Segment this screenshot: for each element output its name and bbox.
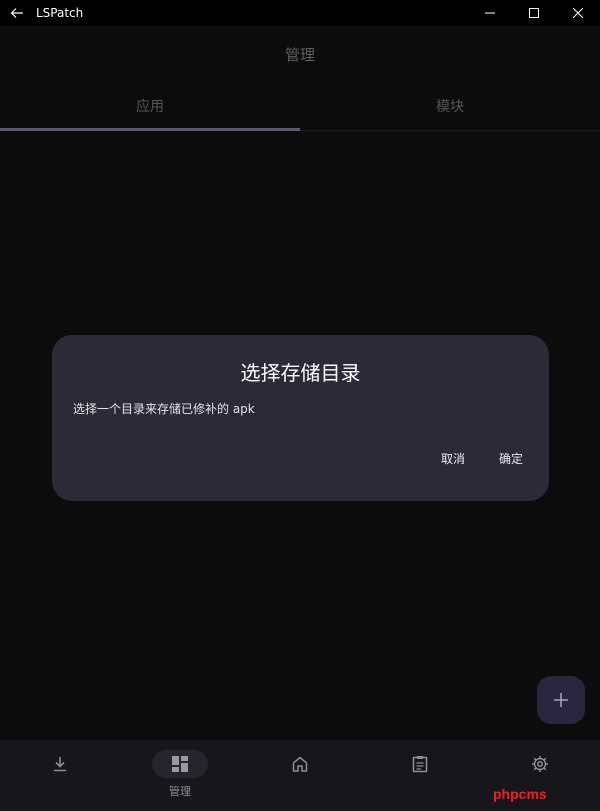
clipboard-icon <box>412 756 428 773</box>
back-button[interactable] <box>0 0 34 26</box>
close-icon <box>573 8 583 18</box>
watermark-text: phpcms <box>493 786 547 802</box>
plus-icon <box>554 693 568 707</box>
window-titlebar: LSPatch <box>0 0 600 26</box>
nav-item-home[interactable] <box>240 740 360 811</box>
home-icon <box>292 756 308 772</box>
dialog-message: 选择一个目录来存储已修补的 apk <box>73 402 255 416</box>
maximize-icon <box>529 8 539 18</box>
dashboard-icon <box>172 756 188 772</box>
gear-icon <box>532 756 548 772</box>
nav-icon-container <box>272 750 328 778</box>
nav-icon-container <box>512 750 568 778</box>
tab-modules[interactable]: 模块 <box>300 82 600 130</box>
nav-label: 管理 <box>169 785 191 798</box>
maximize-button[interactable] <box>512 0 556 26</box>
tab-label: 应用 <box>136 99 164 115</box>
close-window-button[interactable] <box>556 0 600 26</box>
dialog-actions: 取消 确定 <box>439 448 525 469</box>
minimize-button[interactable] <box>468 0 512 26</box>
page-title: 管理 <box>284 45 315 64</box>
dialog-title: 选择存储目录 <box>240 361 361 385</box>
tab-bar: 应用 模块 <box>0 82 600 131</box>
tab-indicator <box>0 128 300 131</box>
tab-label: 模块 <box>436 99 464 115</box>
nav-item-repo[interactable] <box>0 740 120 811</box>
window-title: LSPatch <box>36 6 84 20</box>
nav-item-manage[interactable]: 管理 <box>120 740 240 811</box>
add-button[interactable] <box>537 676 585 724</box>
nav-icon-container <box>392 750 448 778</box>
window-controls <box>468 0 600 26</box>
app-window: LSPatch 管理 应用 模块 选择存储目录 选择一个目录来存储已修补的 ap… <box>0 0 600 811</box>
nav-icon-container <box>152 750 208 778</box>
arrow-left-icon <box>10 8 23 18</box>
cancel-button[interactable]: 取消 <box>439 448 467 469</box>
app-bar: 管理 <box>0 26 600 82</box>
nav-icon-container <box>32 750 88 778</box>
confirm-button[interactable]: 确定 <box>497 448 525 469</box>
select-storage-dialog: 选择存储目录 选择一个目录来存储已修补的 apk 取消 确定 <box>52 335 549 501</box>
nav-item-logs[interactable] <box>360 740 480 811</box>
minimize-icon <box>485 12 495 14</box>
download-icon <box>54 757 66 772</box>
tab-apps[interactable]: 应用 <box>0 82 300 131</box>
